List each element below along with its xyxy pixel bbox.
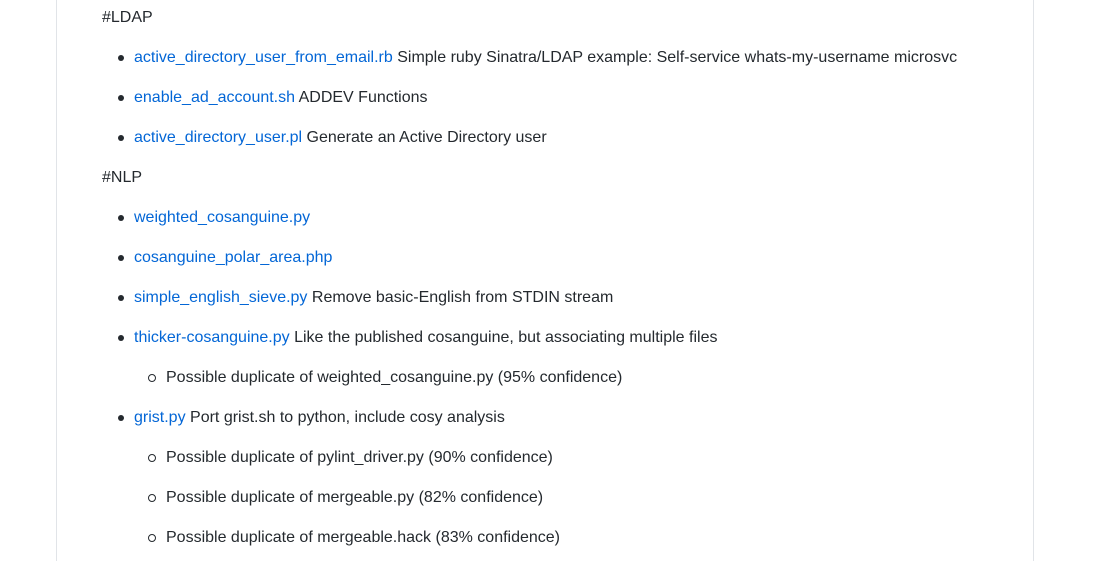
file-link[interactable]: weighted_cosanguine.py (134, 209, 310, 226)
file-link[interactable]: thicker-cosanguine.py (134, 329, 290, 346)
file-link[interactable]: cosanguine_polar_area.php (134, 249, 332, 266)
duplicate-note: Possible duplicate of mergeable.py (82% … (134, 488, 1022, 508)
duplicate-note-text: Possible duplicate of mergeable.hack (83… (166, 529, 561, 546)
list-item: grist.py Port grist.sh to python, includ… (102, 408, 1022, 548)
ldap-list: active_directory_user_from_email.rb Simp… (102, 48, 1022, 148)
list-item: thicker-cosanguine.py Like the published… (102, 328, 1022, 388)
bullet-icon (118, 95, 124, 101)
file-description: Port grist.sh to python, include cosy an… (185, 409, 505, 426)
readme-content: #LDAP active_directory_user_from_email.r… (102, 8, 1022, 568)
list-item: weighted_cosanguine.py (102, 208, 1022, 228)
circle-bullet-icon (148, 374, 156, 382)
circle-bullet-icon (148, 534, 156, 542)
bullet-icon (118, 215, 124, 221)
file-description: Generate an Active Directory user (302, 129, 547, 146)
section-heading-nlp: #NLP (102, 169, 143, 186)
duplicate-sublist: Possible duplicate of weighted_cosanguin… (134, 368, 1022, 388)
bullet-icon (118, 335, 124, 341)
circle-bullet-icon (148, 494, 156, 502)
file-link[interactable]: active_directory_user_from_email.rb (134, 49, 393, 66)
list-item: active_directory_user_from_email.rb Simp… (102, 48, 1022, 68)
circle-bullet-icon (148, 454, 156, 462)
file-link[interactable]: simple_english_sieve.py (134, 289, 307, 306)
readme-frame: #LDAP active_directory_user_from_email.r… (56, 0, 1034, 561)
duplicate-note-text: Possible duplicate of pylint_driver.py (… (166, 449, 553, 466)
file-link[interactable]: grist.py (134, 409, 186, 426)
duplicate-note-text: Possible duplicate of weighted_cosanguin… (166, 369, 623, 386)
file-link[interactable]: active_directory_user.pl (134, 129, 302, 146)
file-description: Simple ruby Sinatra/LDAP example: Self-s… (392, 49, 958, 66)
file-description: ADDEV Functions (295, 89, 428, 106)
bullet-icon (118, 55, 124, 61)
file-description: Remove basic-English from STDIN stream (307, 289, 614, 306)
duplicate-note: Possible duplicate of weighted_cosanguin… (134, 368, 1022, 388)
section-heading-ldap: #LDAP (102, 9, 153, 26)
file-description: Like the published cosanguine, but assoc… (289, 329, 718, 346)
duplicate-note: Possible duplicate of mergeable.hack (83… (134, 528, 1022, 548)
file-link[interactable]: enable_ad_account.sh (134, 89, 295, 106)
nlp-list: weighted_cosanguine.py cosanguine_polar_… (102, 208, 1022, 548)
bullet-icon (118, 415, 124, 421)
list-item: simple_english_sieve.py Remove basic-Eng… (102, 288, 1022, 308)
bullet-icon (118, 135, 124, 141)
list-item: active_directory_user.pl Generate an Act… (102, 128, 1022, 148)
list-item: enable_ad_account.sh ADDEV Functions (102, 88, 1022, 108)
duplicate-note: Possible duplicate of pylint_driver.py (… (134, 448, 1022, 468)
duplicate-sublist: Possible duplicate of pylint_driver.py (… (134, 448, 1022, 548)
bullet-icon (118, 295, 124, 301)
list-item: cosanguine_polar_area.php (102, 248, 1022, 268)
duplicate-note-text: Possible duplicate of mergeable.py (82% … (166, 489, 544, 506)
bullet-icon (118, 255, 124, 261)
